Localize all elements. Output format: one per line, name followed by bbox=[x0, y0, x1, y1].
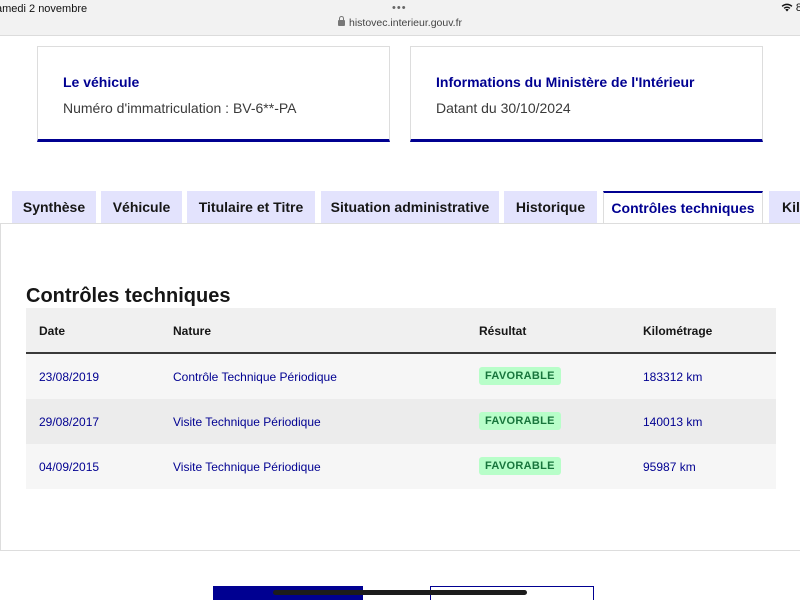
home-indicator bbox=[273, 590, 527, 595]
table-row: 29/08/2017 Visite Technique Périodique F… bbox=[26, 399, 776, 444]
row-nature: Visite Technique Périodique bbox=[173, 415, 321, 429]
status-right: 8 bbox=[781, 2, 800, 14]
table-row: 04/09/2015 Visite Technique Périodique F… bbox=[26, 444, 776, 489]
tab-bar: Synthèse Véhicule Titulaire et Titre Sit… bbox=[0, 191, 800, 225]
row-date: 04/09/2015 bbox=[39, 460, 100, 474]
wifi-icon bbox=[781, 3, 793, 12]
row-mileage: 140013 km bbox=[643, 415, 703, 429]
header-date: Date bbox=[39, 324, 66, 338]
header-mileage: Kilométrage bbox=[643, 324, 713, 338]
tab-panel: Contrôles techniques Date Nature Résulta… bbox=[0, 223, 800, 551]
row-nature: Contrôle Technique Périodique bbox=[173, 370, 337, 384]
table-row: 23/08/2019 Contrôle Technique Périodique… bbox=[26, 354, 776, 399]
tab-controles-techniques[interactable]: Contrôles techniques bbox=[603, 191, 763, 225]
url-text: histovec.interieur.gouv.fr bbox=[348, 17, 463, 29]
status-date: amedi 2 novembre bbox=[0, 3, 88, 15]
section-title: Contrôles techniques bbox=[26, 285, 231, 307]
header-result: Résultat bbox=[479, 324, 527, 338]
row-mileage: 183312 km bbox=[643, 370, 703, 384]
tab-historique[interactable]: Historique bbox=[504, 191, 597, 224]
data-date: Datant du 30/10/2024 bbox=[436, 100, 571, 116]
tab-vehicule[interactable]: Véhicule bbox=[101, 191, 182, 224]
ministry-card-title: Informations du Ministère de l'Intérieur bbox=[436, 74, 695, 90]
result-badge: FAVORABLE bbox=[479, 457, 561, 475]
address-bar[interactable]: histovec.interieur.gouv.fr bbox=[0, 16, 800, 29]
more-dots-icon[interactable]: ••• bbox=[392, 2, 407, 14]
row-mileage: 95987 km bbox=[643, 460, 696, 474]
tab-synthese[interactable]: Synthèse bbox=[12, 191, 96, 224]
ministry-card: Informations du Ministère de l'Intérieur… bbox=[410, 46, 763, 142]
lock-icon bbox=[337, 16, 345, 26]
row-nature: Visite Technique Périodique bbox=[173, 460, 321, 474]
status-bar: amedi 2 novembre ••• histovec.interieur.… bbox=[0, 0, 800, 36]
registration-number: Numéro d'immatriculation : BV-6**-PA bbox=[63, 100, 297, 116]
battery-level: 8 bbox=[795, 2, 800, 14]
table-header: Date Nature Résultat Kilométrage bbox=[26, 308, 776, 354]
vehicle-card: Le véhicule Numéro d'immatriculation : B… bbox=[37, 46, 390, 142]
header-nature: Nature bbox=[173, 324, 212, 338]
tab-titulaire[interactable]: Titulaire et Titre bbox=[187, 191, 315, 224]
result-badge: FAVORABLE bbox=[479, 412, 561, 430]
row-date: 29/08/2017 bbox=[39, 415, 100, 429]
vehicle-card-title: Le véhicule bbox=[63, 74, 140, 90]
inspections-table: Date Nature Résultat Kilométrage 23/08/2… bbox=[26, 308, 776, 489]
tab-situation-administrative[interactable]: Situation administrative bbox=[321, 191, 499, 224]
row-date: 23/08/2019 bbox=[39, 370, 100, 384]
tab-kilometrage[interactable]: Kil bbox=[769, 191, 800, 224]
result-badge: FAVORABLE bbox=[479, 367, 561, 385]
